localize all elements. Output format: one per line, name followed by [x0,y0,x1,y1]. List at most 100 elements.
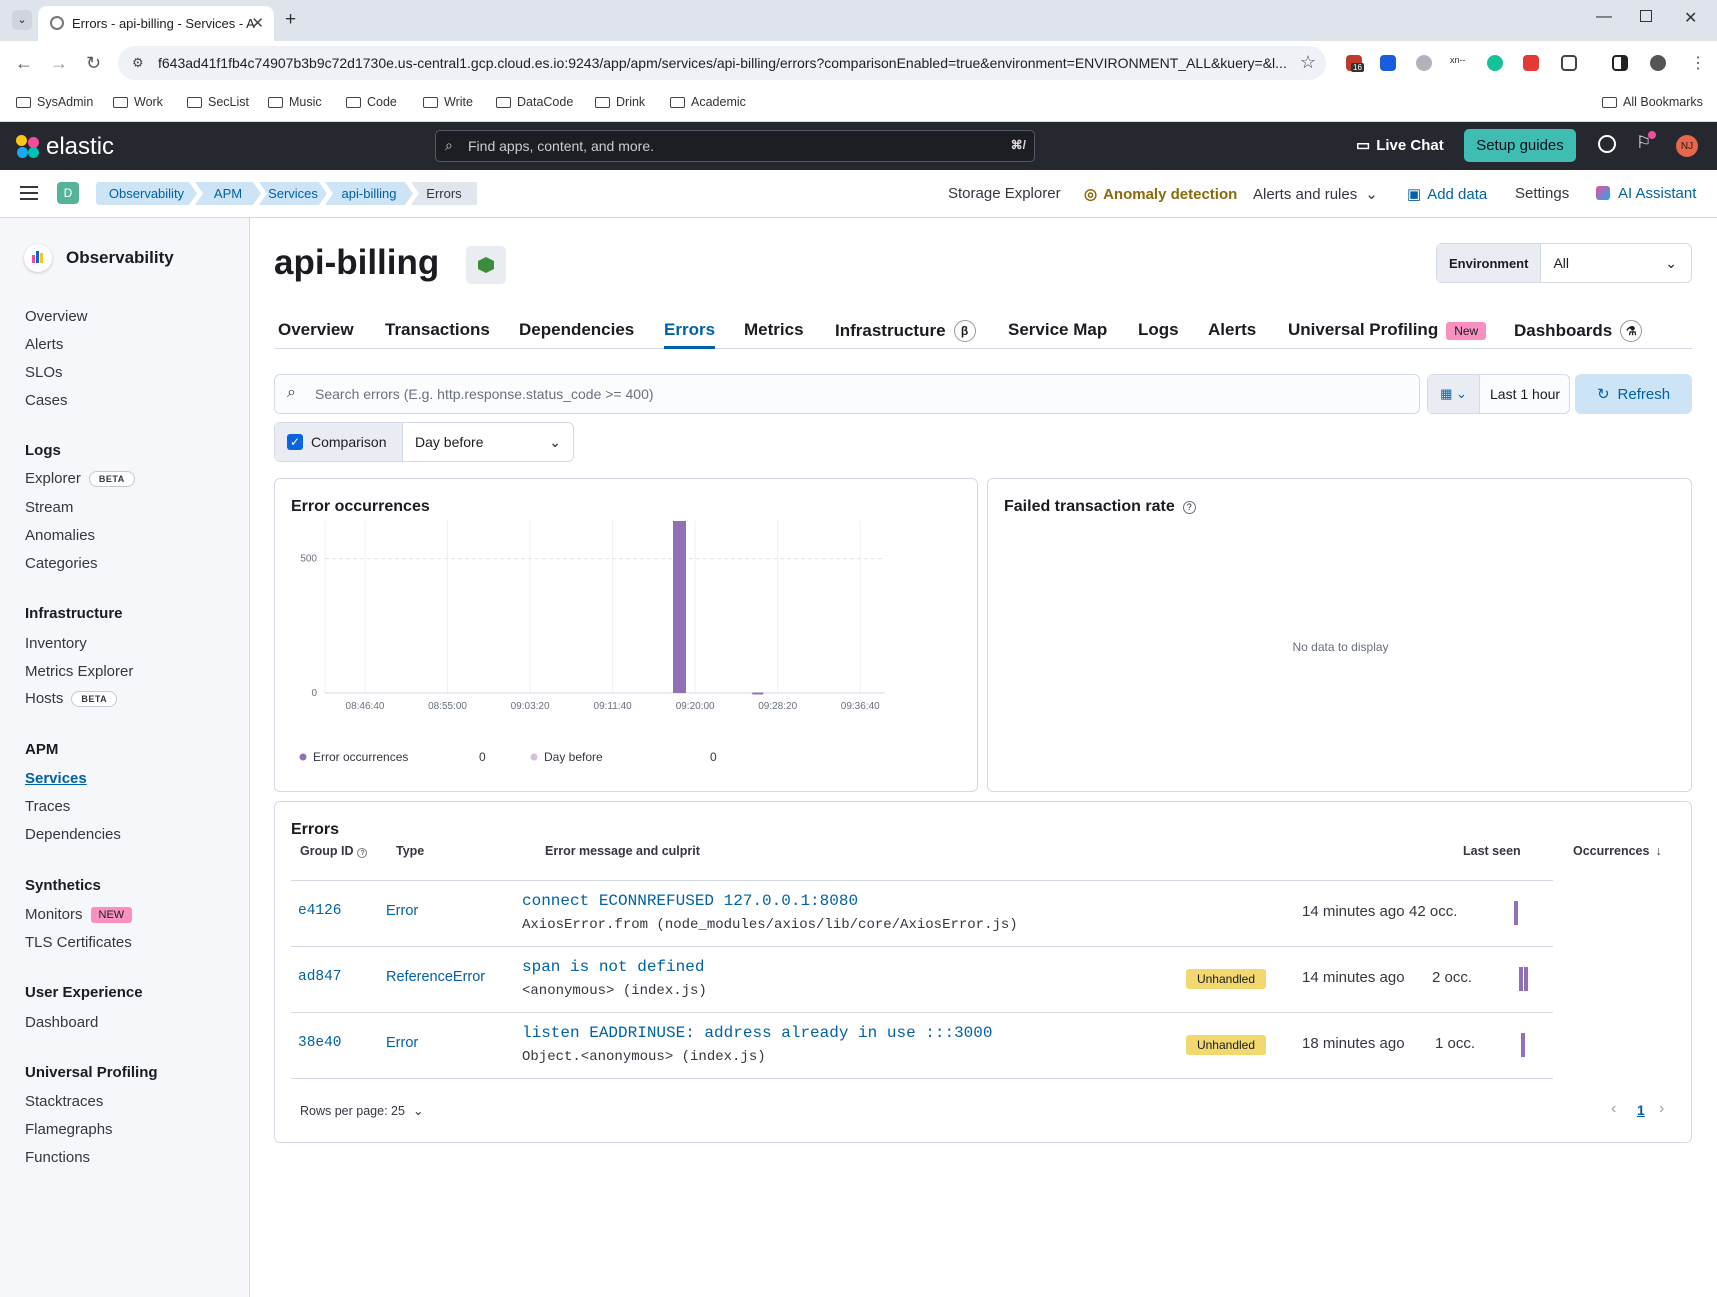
breadcrumb-api-billing[interactable]: api-billing [325,182,413,205]
error-search-input[interactable]: ⌕ Search errors (E.g. http.response.stat… [274,374,1420,414]
sidebar-item-stacktraces[interactable]: Stacktraces [25,1093,103,1110]
tab-service-map[interactable]: Service Map [1008,320,1107,349]
sidebar-item-inventory[interactable]: Inventory [25,635,87,652]
space-avatar[interactable]: D [57,182,79,204]
page-number-button[interactable]: 1 [1637,1102,1645,1118]
comparison-toggle[interactable]: ✓ Comparison [275,423,403,461]
prev-page-icon[interactable]: ‹ [1611,1100,1616,1118]
avatar[interactable]: NJ [1676,135,1698,157]
anomaly-detection-link[interactable]: ◎ Anomaly detection [1084,185,1237,203]
sidebar-item-metrics-explorer[interactable]: Metrics Explorer [25,663,133,680]
elastic-logo[interactable]: elastic [16,133,114,161]
bookmark-folder[interactable]: Drink [595,95,645,109]
breadcrumb-services[interactable]: Services [259,182,327,205]
bookmark-folder[interactable]: DataCode [496,95,573,109]
settings-link[interactable]: Settings [1515,185,1569,202]
help-icon[interactable] [1598,135,1616,153]
error-type-link[interactable]: Error [386,903,418,919]
error-type-link[interactable]: ReferenceError [386,969,485,985]
sidebar-item-alerts[interactable]: Alerts [25,336,63,353]
tab-metrics[interactable]: Metrics [744,320,804,349]
extension-red-icon[interactable] [1523,55,1539,71]
sidebar-item-explorer[interactable]: Explorer BETA [25,470,135,487]
sidebar-item-flamegraphs[interactable]: Flamegraphs [25,1121,113,1138]
sidebar-item-dependencies[interactable]: Dependencies [25,826,121,843]
error-message-link[interactable]: span is not defined [522,958,704,976]
breadcrumb-observability[interactable]: Observability [96,182,197,205]
sidebar-item-categories[interactable]: Categories [25,555,98,572]
group-id-link[interactable]: ad847 [298,969,342,985]
extension-shield-icon[interactable]: 16 [1346,55,1364,72]
setup-guides-button[interactable]: Setup guides [1464,129,1576,162]
bookmark-folder[interactable]: SysAdmin [16,95,93,109]
calendar-icon[interactable]: ▦ ⌄ [1428,375,1480,413]
tab-search-icon[interactable]: ⌄ [12,10,32,30]
sidebar-item-tls-certificates[interactable]: TLS Certificates [25,934,132,951]
storage-explorer-link[interactable]: Storage Explorer [948,185,1061,202]
extension-bitwarden-icon[interactable] [1380,55,1396,71]
sidebar-item-monitors[interactable]: Monitors NEW [25,906,133,923]
checkbox-checked-icon[interactable]: ✓ [287,434,303,450]
group-id-link[interactable]: e4126 [298,903,342,919]
sidebar-item-traces[interactable]: Traces [25,798,70,815]
menu-toggle-icon[interactable] [20,186,38,200]
reload-icon[interactable]: ↻ [86,53,101,74]
tab-logs[interactable]: Logs [1138,320,1179,349]
column-last-seen[interactable]: Last seen [1463,844,1521,858]
refresh-button[interactable]: ↻ Refresh [1575,374,1692,414]
all-bookmarks[interactable]: All Bookmarks [1602,95,1703,109]
extensions-puzzle-icon[interactable] [1561,55,1577,71]
close-window-icon[interactable]: ✕ [1684,8,1697,28]
tab-dependencies[interactable]: Dependencies [519,320,634,349]
back-icon[interactable]: ← [15,53,33,74]
ai-assistant-link[interactable]: AI Assistant [1596,185,1696,202]
sidebar-item-stream[interactable]: Stream [25,499,73,516]
alerts-and-rules-menu[interactable]: Alerts and rules ⌄ [1253,185,1378,203]
column-message[interactable]: Error message and culprit [545,844,700,858]
side-panel-icon[interactable] [1612,55,1628,71]
error-message-link[interactable]: listen EADDRINUSE: address already in us… [522,1024,992,1042]
tab-infrastructure[interactable]: Infrastructure β [835,320,976,349]
forward-icon[interactable]: → [50,53,68,74]
add-data-link[interactable]: ▣ Add data [1407,185,1487,203]
tab-universal-profiling[interactable]: Universal Profiling New [1288,320,1487,349]
next-page-icon[interactable]: › [1659,1100,1664,1118]
global-search-input[interactable]: ⌕ Find apps, content, and more. ⌘/ [435,130,1035,162]
sidebar-item-slos[interactable]: SLOs [25,364,63,381]
extension-grammarly-icon[interactable] [1487,55,1503,71]
error-type-link[interactable]: Error [386,1035,418,1051]
sidebar-item-overview[interactable]: Overview [25,308,88,325]
tab-transactions[interactable]: Transactions [385,320,490,349]
chrome-menu-icon[interactable]: ⋮ [1690,53,1706,73]
rows-per-page-select[interactable]: Rows per page: 25 ⌄ [300,1103,423,1118]
profile-icon[interactable] [1650,55,1666,71]
close-tab-icon[interactable]: ✕ [251,14,264,32]
column-type[interactable]: Type [396,844,424,858]
sidebar-item-dashboard[interactable]: Dashboard [25,1014,98,1031]
tab-dashboards[interactable]: Dashboards ⚗ [1514,320,1643,349]
bookmark-folder[interactable]: Code [346,95,397,109]
minimize-icon[interactable]: — [1596,8,1612,26]
browser-tab[interactable]: Errors - api-billing - Services - A ✕ [38,6,274,41]
tab-errors[interactable]: Errors [664,320,716,349]
sidebar-item-cases[interactable]: Cases [25,392,68,409]
new-tab-icon[interactable]: + [285,9,296,31]
breadcrumb-apm[interactable]: APM [195,182,261,205]
sidebar-item-services[interactable]: Services [25,770,87,787]
bookmark-folder[interactable]: Write [423,95,473,109]
column-occurrences[interactable]: Occurrences ↓ [1573,844,1662,858]
tab-alerts[interactable]: Alerts [1208,320,1256,349]
extension-xn-icon[interactable]: xn-- [1450,55,1466,71]
bookmark-folder[interactable]: Work [113,95,163,109]
column-group-id[interactable]: Group ID? [300,844,368,858]
error-message-link[interactable]: connect ECONNREFUSED 127.0.0.1:8080 [522,892,858,910]
maximize-icon[interactable] [1640,10,1652,22]
sidebar-item-anomalies[interactable]: Anomalies [25,527,95,544]
bookmark-folder[interactable]: Academic [670,95,746,109]
live-chat-button[interactable]: ▭ Live Chat [1356,136,1444,154]
comparison-select[interactable]: Day before ⌄ [403,423,573,461]
extension-globe-icon[interactable] [1416,55,1432,71]
bookmark-star-icon[interactable]: ☆ [1300,52,1316,73]
bookmark-folder[interactable]: SecList [187,95,249,109]
site-info-icon[interactable]: ⚙ [132,55,144,71]
